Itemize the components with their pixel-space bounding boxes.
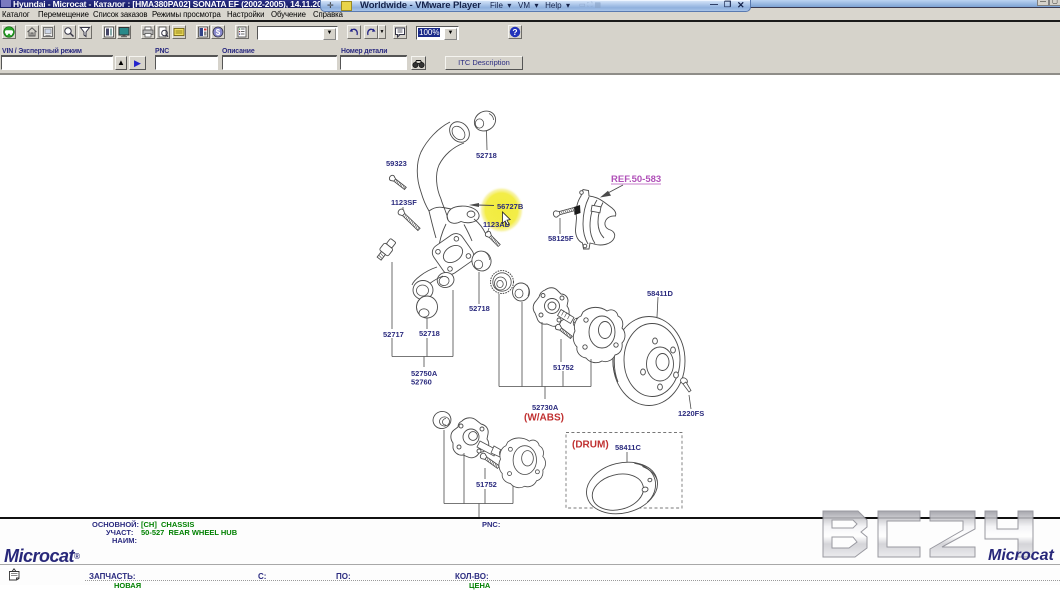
svg-text:52717: 52717 (383, 330, 404, 339)
svg-text:58125F: 58125F (548, 234, 574, 243)
svg-text:59323: 59323 (386, 159, 407, 168)
svg-text:51752: 51752 (553, 363, 574, 372)
svg-text:52730A: 52730A (532, 403, 559, 412)
svg-text:(DRUM): (DRUM) (572, 440, 609, 451)
svg-text:1123SF: 1123SF (391, 198, 417, 207)
svg-text:51752: 51752 (476, 480, 497, 489)
svg-text:REF.50-583: REF.50-583 (611, 174, 661, 185)
svg-text:1220FS: 1220FS (678, 409, 704, 418)
svg-text:(W/ABS): (W/ABS) (524, 413, 564, 424)
svg-text:58411D: 58411D (647, 289, 673, 298)
svg-text:56727B: 56727B (497, 202, 524, 211)
svg-text:52718: 52718 (419, 329, 440, 338)
svg-text:52718: 52718 (476, 151, 497, 160)
svg-text:52718: 52718 (469, 304, 490, 313)
svg-text:$: $ (216, 28, 221, 37)
svg-text:52760: 52760 (411, 378, 432, 387)
svg-text:58411C: 58411C (615, 443, 641, 452)
svg-text:?: ? (512, 27, 517, 37)
